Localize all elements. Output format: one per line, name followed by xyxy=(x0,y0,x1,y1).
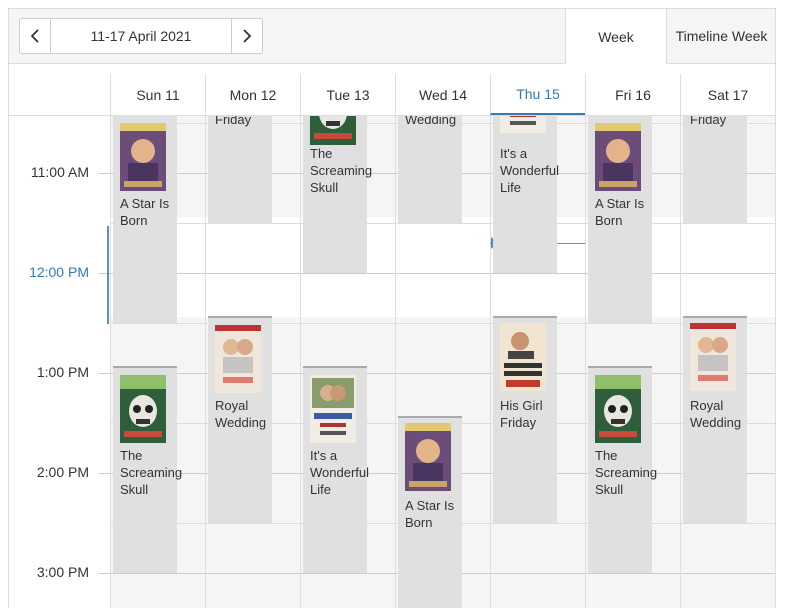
event-title: Wedding xyxy=(405,116,457,127)
poster-image xyxy=(120,375,166,443)
day-header-tue-13[interactable]: Tue 13 xyxy=(300,74,395,115)
event-title: Friday xyxy=(690,116,727,127)
date-navigator: 11-17 April 2021 xyxy=(19,18,263,54)
event-the-screaming-skull[interactable]: The Screaming Skull xyxy=(113,366,182,573)
day-header-mon-12[interactable]: Mon 12 xyxy=(205,74,300,115)
event-it-s-a-wonderful-life[interactable]: It's a Wonderful Life xyxy=(493,116,559,273)
event-royal-wedding[interactable]: Royal Wedding xyxy=(208,316,272,523)
scheduler: 11-17 April 2021 Week Timeline Week Sun … xyxy=(8,8,776,608)
event-title: It's a Wonderful Life xyxy=(310,448,370,497)
time-label: 1:00 PM xyxy=(36,364,89,380)
event-title: A Star Is Born xyxy=(120,196,170,228)
event-title: The Screaming Skull xyxy=(310,146,373,195)
poster-image xyxy=(500,323,546,391)
poster-image xyxy=(310,375,356,443)
view-switcher: Week Timeline Week xyxy=(565,9,775,64)
column-divider xyxy=(775,116,776,608)
event-title: A Star Is Born xyxy=(405,498,455,530)
day-header-wed-14[interactable]: Wed 14 xyxy=(395,74,490,115)
event-title: It's a Wonderful Life xyxy=(500,146,560,195)
event-wedding[interactable]: Wedding xyxy=(398,116,462,223)
column-divider xyxy=(490,116,491,608)
view-timeline-week-button[interactable]: Timeline Week xyxy=(666,9,775,63)
half-hour-gridline xyxy=(110,223,775,224)
event-the-screaming-skull[interactable]: The Screaming Skull xyxy=(303,116,372,273)
day-header-sat-17[interactable]: Sat 17 xyxy=(680,74,775,115)
poster-image xyxy=(595,375,641,443)
poster-image xyxy=(120,123,166,191)
column-divider xyxy=(680,116,681,608)
day-header-sun-11[interactable]: Sun 11 xyxy=(110,74,205,115)
time-label: 11:00 AM xyxy=(30,164,89,180)
poster-image xyxy=(310,116,356,145)
poster-image xyxy=(215,325,261,393)
time-label: 3:00 PM xyxy=(36,564,89,580)
event-his-girl-friday[interactable]: His Girl Friday xyxy=(493,316,557,523)
day-header-fri-16[interactable]: Fri 16 xyxy=(585,74,680,115)
event-friday[interactable]: Friday xyxy=(208,116,272,223)
event-title: Friday xyxy=(215,116,252,127)
next-button[interactable] xyxy=(231,19,262,53)
previous-button[interactable] xyxy=(20,19,51,53)
event-title: A Star Is Born xyxy=(595,196,645,228)
event-title: Royal Wedding xyxy=(690,398,742,430)
event-it-s-a-wonderful-life[interactable]: It's a Wonderful Life xyxy=(303,366,369,573)
event-title: Royal Wedding xyxy=(215,398,267,430)
column-divider xyxy=(205,116,206,608)
time-label: 12:00 PM xyxy=(29,264,89,280)
hour-gridline xyxy=(99,373,775,374)
working-hour-slot[interactable] xyxy=(396,217,490,317)
event-title: The Screaming Skull xyxy=(595,448,658,497)
column-divider xyxy=(395,116,396,608)
calendar-body: 11:00 AM 12:00 PM 1:00 PM 2:00 PM 3:00 PM A S… xyxy=(9,116,776,608)
poster-image xyxy=(405,423,451,491)
time-label: 2:00 PM xyxy=(36,464,89,480)
date-range-label[interactable]: 11-17 April 2021 xyxy=(51,19,231,53)
event-royal-wedding[interactable]: Royal Wedding xyxy=(683,316,747,523)
event-a-star-is-born[interactable]: A Star Is Born xyxy=(398,416,462,608)
current-time-marker xyxy=(107,226,109,324)
event-the-screaming-skull[interactable]: The Screaming Skull xyxy=(588,366,657,573)
poster-image xyxy=(690,323,736,391)
working-hour-slot[interactable] xyxy=(681,217,775,317)
event-title: His Girl Friday xyxy=(500,398,543,430)
event-a-star-is-born[interactable]: A Star Is Born xyxy=(588,116,652,323)
column-divider xyxy=(110,116,111,608)
view-week-button[interactable]: Week xyxy=(565,9,666,64)
chevron-right-icon xyxy=(243,29,252,43)
day-header-thu-15[interactable]: Thu 15 xyxy=(490,74,585,115)
event-friday[interactable]: Friday xyxy=(683,116,747,223)
event-title: The Screaming Skull xyxy=(120,448,183,497)
poster-image xyxy=(500,116,546,133)
hour-gridline xyxy=(99,273,775,274)
chevron-left-icon xyxy=(30,29,39,43)
column-divider xyxy=(585,116,586,608)
toolbar: 11-17 April 2021 Week Timeline Week xyxy=(9,9,775,64)
poster-image xyxy=(595,123,641,191)
day-header-row: Sun 11 Mon 12 Tue 13 Wed 14 Thu 15 Fri 16 Sat … xyxy=(9,64,775,116)
column-divider xyxy=(300,116,301,608)
event-a-star-is-born[interactable]: A Star Is Born xyxy=(113,116,177,323)
working-hour-slot[interactable] xyxy=(206,217,300,317)
